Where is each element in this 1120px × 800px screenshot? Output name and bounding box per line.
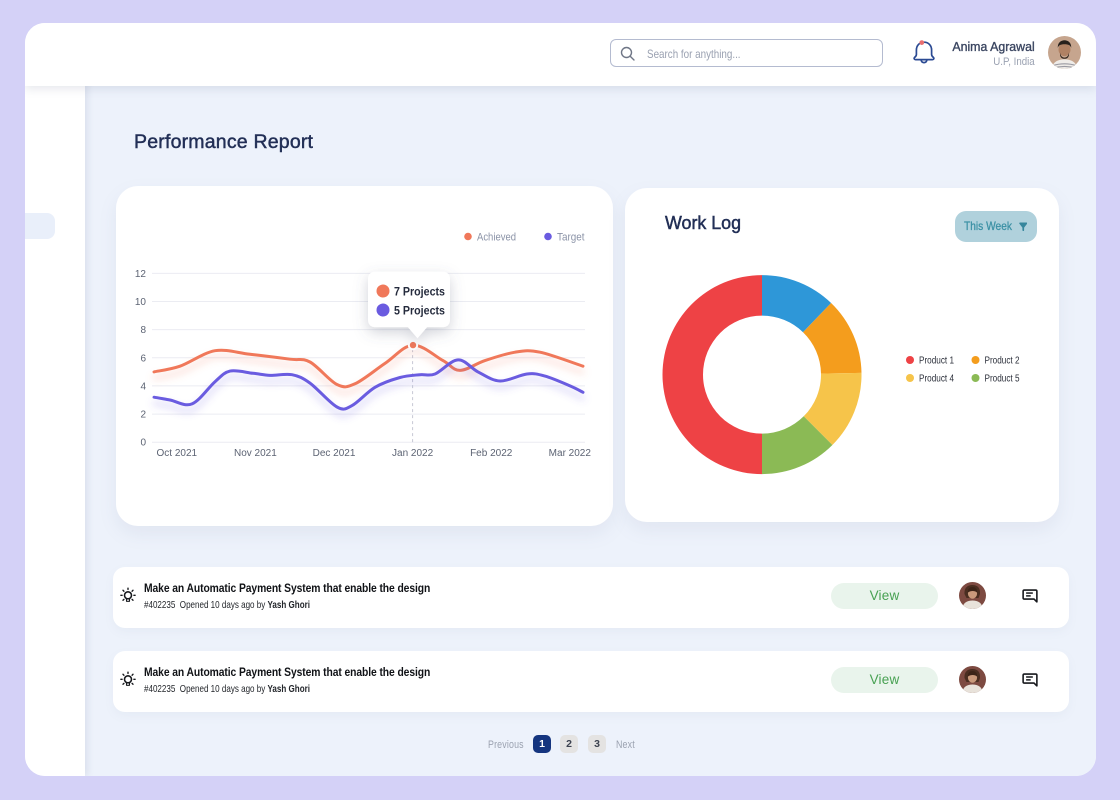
svg-text:5 Projects: 5 Projects [394,304,445,318]
svg-text:Mar 2022: Mar 2022 [549,448,592,459]
svg-text:Product 4: Product 4 [919,374,954,385]
svg-text:Product 1: Product 1 [919,356,954,367]
svg-text:Target: Target [557,232,585,244]
svg-text:6: 6 [140,353,146,364]
svg-text:Nov 2021: Nov 2021 [234,448,277,459]
svg-text:7 Projects: 7 Projects [394,285,445,299]
svg-text:Dec 2021: Dec 2021 [313,448,356,459]
svg-text:12: 12 [135,269,147,280]
svg-text:Feb 2022: Feb 2022 [470,448,513,459]
svg-text:4: 4 [140,381,146,392]
svg-text:Product 5: Product 5 [985,374,1020,385]
svg-text:Achieved: Achieved [477,232,516,244]
svg-text:2: 2 [140,410,146,421]
svg-text:Oct 2021: Oct 2021 [157,448,198,459]
svg-text:10: 10 [135,297,147,308]
svg-text:0: 0 [140,438,146,449]
svg-text:8: 8 [140,325,146,336]
svg-text:Product 2: Product 2 [985,356,1020,367]
svg-text:Jan 2022: Jan 2022 [392,448,434,459]
